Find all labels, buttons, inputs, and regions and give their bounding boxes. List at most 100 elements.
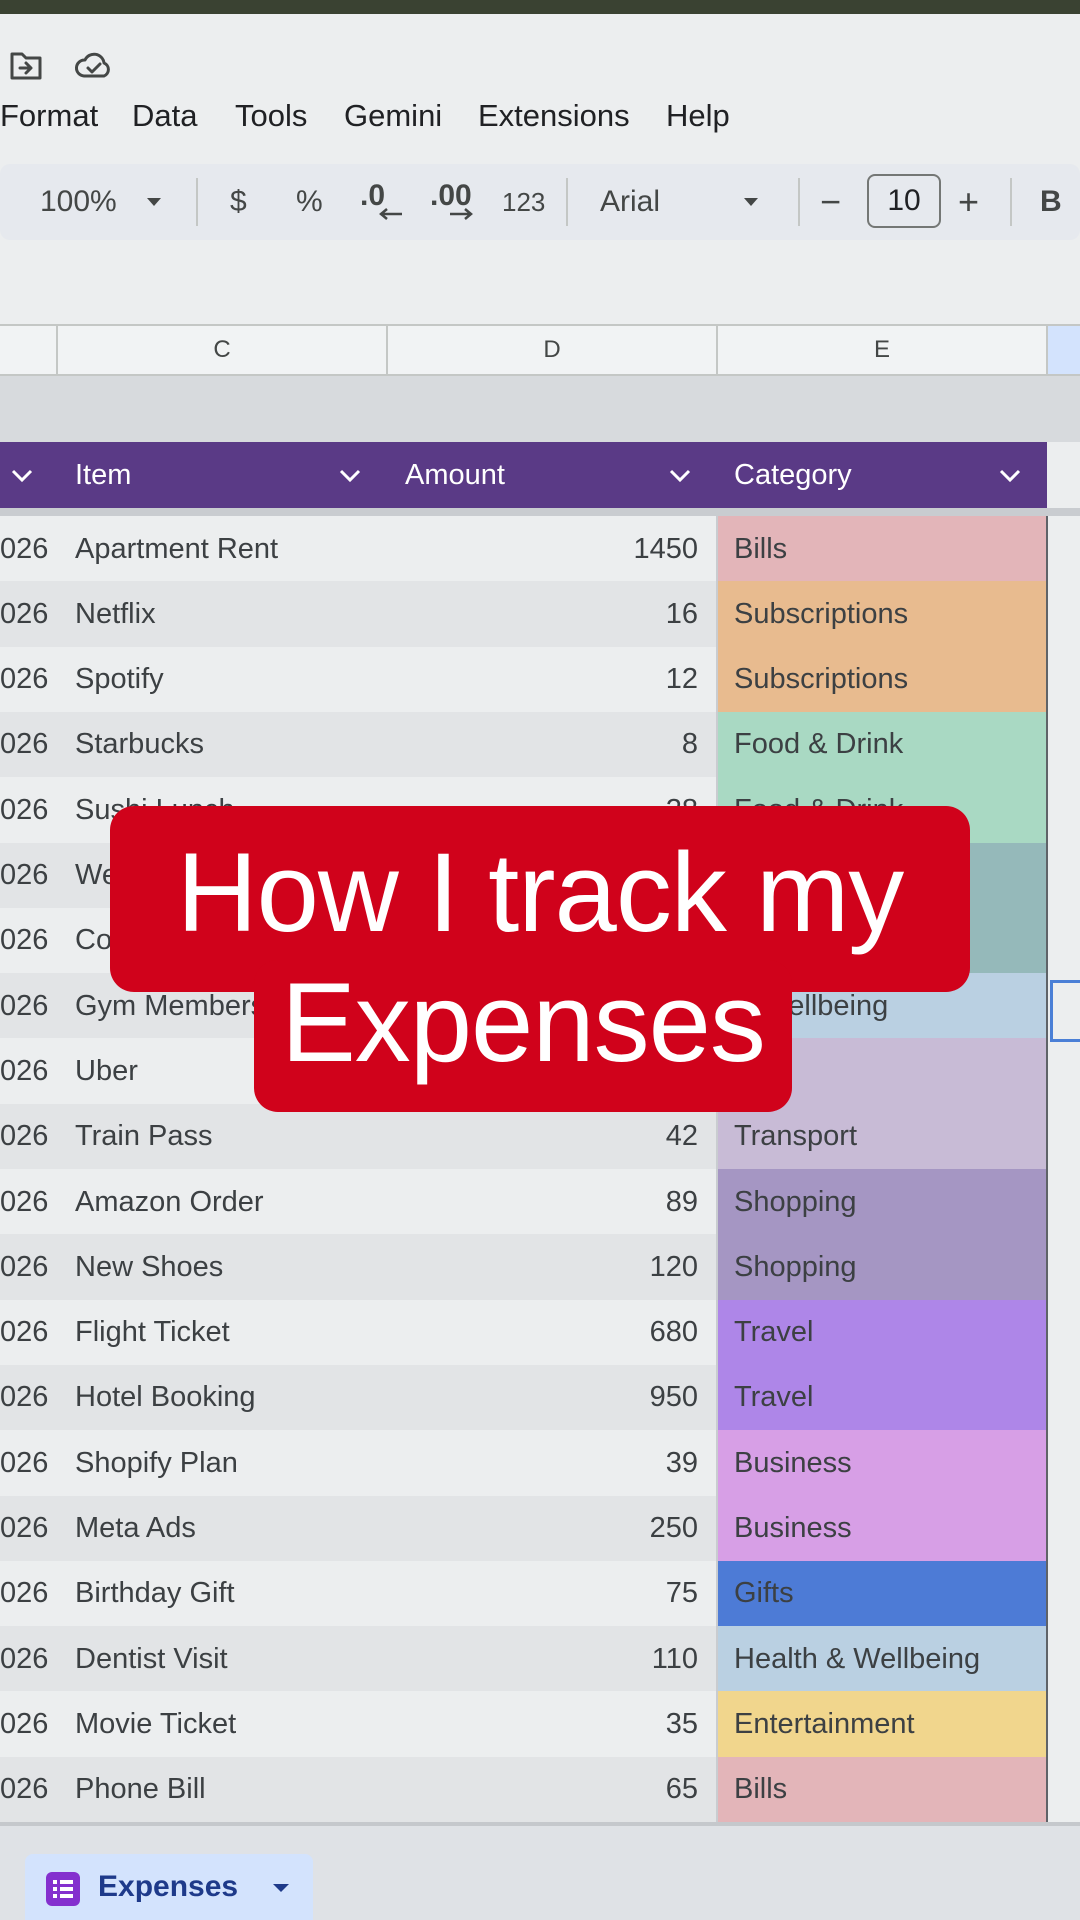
item-cell[interactable]: Dentist Visit xyxy=(75,1626,385,1692)
filter-chevron-icon[interactable] xyxy=(996,461,1024,489)
item-cell[interactable]: Shopify Plan xyxy=(75,1430,385,1496)
date-cell[interactable]: 026 xyxy=(0,1757,50,1823)
amount-cell[interactable]: 250 xyxy=(390,1496,698,1562)
amount-cell[interactable]: 16 xyxy=(390,581,698,647)
category-cell[interactable]: Bills xyxy=(716,516,1046,582)
date-cell[interactable]: 026 xyxy=(0,581,50,647)
date-cell[interactable]: 026 xyxy=(0,1038,50,1104)
empty-cell[interactable] xyxy=(1048,907,1080,974)
empty-cell[interactable] xyxy=(1048,1756,1080,1823)
empty-cell[interactable] xyxy=(1048,1038,1080,1105)
amount-cell[interactable]: 12 xyxy=(390,647,698,713)
menu-format[interactable]: Format xyxy=(0,98,98,134)
filter-chevron-icon[interactable] xyxy=(336,461,364,489)
empty-cell[interactable] xyxy=(1048,1691,1080,1758)
decrease-decimal-button[interactable]: .0 xyxy=(360,158,402,234)
date-cell[interactable]: 026 xyxy=(0,1365,50,1431)
empty-cell[interactable] xyxy=(1048,1626,1080,1693)
category-cell[interactable]: Food & Drink xyxy=(716,711,1046,778)
column-header-c[interactable]: C xyxy=(58,326,388,374)
category-cell[interactable]: Travel xyxy=(716,1364,1046,1431)
date-cell[interactable]: 026 xyxy=(0,1104,50,1170)
item-cell[interactable]: Phone Bill xyxy=(75,1757,385,1823)
date-cell[interactable]: 026 xyxy=(0,1430,50,1496)
category-cell[interactable]: Shopping xyxy=(716,1234,1046,1301)
date-cell[interactable]: 026 xyxy=(0,1169,50,1235)
item-cell[interactable]: Flight Ticket xyxy=(75,1300,385,1366)
date-cell[interactable]: 026 xyxy=(0,1496,50,1562)
amount-cell[interactable]: 110 xyxy=(390,1626,698,1692)
empty-cell[interactable] xyxy=(1048,1299,1080,1366)
empty-cell[interactable] xyxy=(1048,1364,1080,1431)
amount-cell[interactable]: 120 xyxy=(390,1234,698,1300)
date-cell[interactable]: 026 xyxy=(0,647,50,713)
date-cell[interactable]: 026 xyxy=(0,1234,50,1300)
empty-cell[interactable] xyxy=(1048,1103,1080,1170)
empty-cell[interactable] xyxy=(1048,646,1080,713)
amount-cell[interactable]: 1450 xyxy=(390,516,698,582)
number-format-button[interactable]: 123 xyxy=(502,164,545,240)
sheet-tab-expenses[interactable]: Expenses xyxy=(25,1854,313,1920)
amount-cell[interactable]: 89 xyxy=(390,1169,698,1235)
amount-cell[interactable]: 75 xyxy=(390,1561,698,1627)
filter-chevron-icon[interactable] xyxy=(666,461,694,489)
decrease-font-size-button[interactable]: − xyxy=(820,164,841,240)
bold-button[interactable]: B xyxy=(1040,164,1062,240)
item-cell[interactable]: Starbucks xyxy=(75,712,385,778)
date-cell[interactable]: 026 xyxy=(0,973,50,1039)
category-cell[interactable]: Gifts xyxy=(716,1560,1046,1627)
date-cell[interactable]: 026 xyxy=(0,516,50,582)
menu-gemini[interactable]: Gemini xyxy=(344,98,442,134)
zoom-select[interactable]: 100% xyxy=(40,164,163,240)
date-cell[interactable]: 026 xyxy=(0,843,50,909)
empty-cell[interactable] xyxy=(1048,1430,1080,1497)
amount-cell[interactable]: 35 xyxy=(390,1691,698,1757)
category-cell[interactable]: Travel xyxy=(716,1299,1046,1366)
font-size-input[interactable]: 10 xyxy=(867,174,941,228)
amount-cell[interactable]: 39 xyxy=(390,1430,698,1496)
item-cell[interactable]: Amazon Order xyxy=(75,1169,385,1235)
item-cell[interactable]: Spotify xyxy=(75,647,385,713)
empty-cell[interactable] xyxy=(1048,1169,1080,1235)
font-select[interactable]: Arial xyxy=(600,164,760,240)
formula-bar[interactable] xyxy=(0,250,1080,322)
empty-cell[interactable] xyxy=(1048,842,1080,909)
category-cell[interactable]: Business xyxy=(716,1430,1046,1497)
freeze-divider[interactable] xyxy=(0,508,1080,516)
empty-cell[interactable] xyxy=(1048,777,1080,844)
item-cell[interactable]: New Shoes xyxy=(75,1234,385,1300)
date-cell[interactable]: 026 xyxy=(0,1300,50,1366)
category-cell[interactable]: Health & Wellbeing xyxy=(716,1626,1046,1693)
item-cell[interactable]: Train Pass xyxy=(75,1104,385,1170)
item-cell[interactable]: Meta Ads xyxy=(75,1496,385,1562)
item-cell[interactable]: Birthday Gift xyxy=(75,1561,385,1627)
date-cell[interactable]: 026 xyxy=(0,1626,50,1692)
currency-format-button[interactable]: $ xyxy=(230,164,247,240)
column-header-f[interactable] xyxy=(1048,326,1080,374)
empty-cell[interactable] xyxy=(1048,581,1080,648)
filter-chevron-icon[interactable] xyxy=(8,461,36,489)
category-cell[interactable]: Subscriptions xyxy=(716,581,1046,648)
cloud-saved-icon[interactable] xyxy=(72,46,116,86)
amount-cell[interactable]: 950 xyxy=(390,1365,698,1431)
increase-decimal-button[interactable]: .00 xyxy=(430,158,473,234)
column-header-e[interactable]: E xyxy=(718,326,1048,374)
item-cell[interactable]: Netflix xyxy=(75,581,385,647)
category-cell[interactable]: Subscriptions xyxy=(716,646,1046,713)
empty-cell[interactable] xyxy=(1048,1560,1080,1627)
menu-help[interactable]: Help xyxy=(666,98,730,134)
sheet-tab-dropdown-icon[interactable] xyxy=(269,1876,293,1900)
amount-cell[interactable]: 8 xyxy=(390,712,698,778)
increase-font-size-button[interactable]: + xyxy=(958,164,979,240)
empty-cell[interactable] xyxy=(1048,516,1080,582)
menu-data[interactable]: Data xyxy=(132,98,197,134)
date-cell[interactable]: 026 xyxy=(0,908,50,974)
selected-cell[interactable] xyxy=(1050,980,1080,1042)
menu-extensions[interactable]: Extensions xyxy=(478,98,630,134)
date-cell[interactable]: 026 xyxy=(0,777,50,843)
category-cell[interactable]: Transport xyxy=(716,1103,1046,1170)
empty-cell[interactable] xyxy=(1048,1495,1080,1562)
date-cell[interactable]: 026 xyxy=(0,712,50,778)
category-cell[interactable]: Shopping xyxy=(716,1169,1046,1235)
percent-format-button[interactable]: % xyxy=(296,164,323,240)
